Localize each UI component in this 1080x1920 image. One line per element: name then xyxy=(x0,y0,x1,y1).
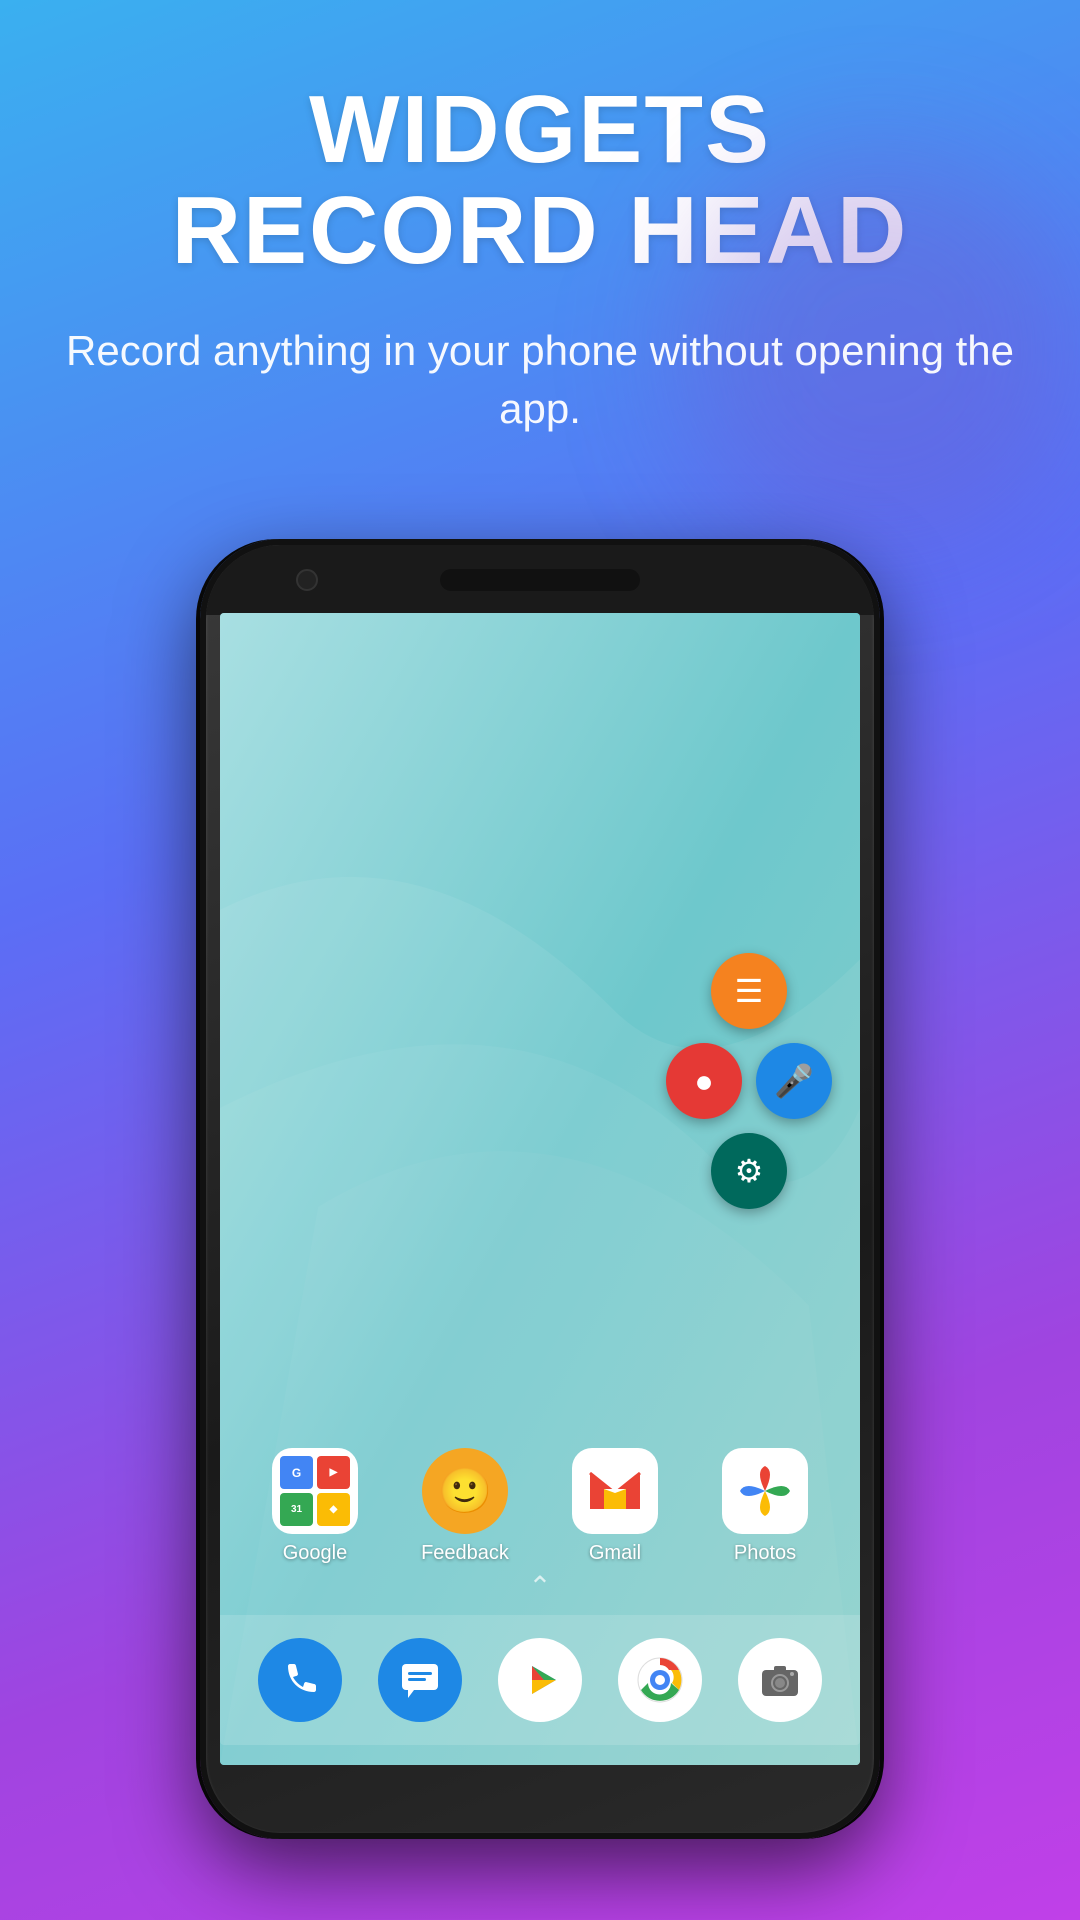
phone-top-bar xyxy=(206,545,874,615)
dock-play-icon[interactable] xyxy=(498,1638,582,1722)
google-search-bar[interactable]: G Say "Ok Google" 🎤 xyxy=(278,687,803,759)
floating-buttons-group: ☰ ● 🎤 ⚙ xyxy=(666,953,832,1209)
app-icons-row: G ▶ 31 ◆ Google 🙂 Feedback xyxy=(220,1448,860,1565)
settings-fab[interactable]: ⚙ xyxy=(711,1133,787,1209)
wifi-icon: ▾ xyxy=(683,625,691,645)
bottom-dock xyxy=(220,1615,860,1745)
phone-side-button xyxy=(876,996,880,1056)
circle-status-icon: ⬤ xyxy=(325,625,343,645)
mic-fab[interactable]: 🎤 xyxy=(756,1043,832,1119)
status-bar: 🎙 🎤 🖼 ⬤ 📊 ⊖ ↕ ▾ 📶 🔋 10:46 AM xyxy=(220,613,860,657)
minus-icon: ⊖ xyxy=(650,625,663,645)
search-placeholder: Say "Ok Google" xyxy=(344,709,727,737)
status-left-icons: 🎙 🎤 🖼 ⬤ 📊 xyxy=(240,625,370,645)
google-app-label: Google xyxy=(283,1542,348,1565)
google-logo: G xyxy=(302,704,328,743)
image-status-icon: 🖼 xyxy=(296,625,316,645)
dock-camera-icon[interactable] xyxy=(738,1638,822,1722)
front-camera xyxy=(296,569,318,591)
app-grid: G ▶ 31 ◆ Google 🙂 Feedback xyxy=(240,1448,840,1565)
mic2-status-icon: 🎤 xyxy=(268,625,288,645)
app-item-photos[interactable]: Photos xyxy=(705,1448,825,1565)
mic-status-icon: 🎙 xyxy=(240,625,260,645)
gmail-app-icon xyxy=(572,1448,658,1534)
phone-mockup: 🎙 🎤 🖼 ⬤ 📊 ⊖ ↕ ▾ 📶 🔋 10:46 AM xyxy=(200,539,880,1839)
photos-app-icon xyxy=(722,1448,808,1534)
signal-icon: 📶 xyxy=(697,625,717,645)
status-time: 10:46 AM xyxy=(753,624,840,647)
main-title: WIDGETS RECORD HEAD xyxy=(60,80,1020,282)
speaker-grille xyxy=(440,569,640,591)
record-fab[interactable]: ● xyxy=(666,1043,742,1119)
feedback-app-icon: 🙂 xyxy=(422,1448,508,1534)
status-right-icons: ⊖ ↕ ▾ 📶 🔋 10:46 AM xyxy=(650,624,840,647)
dock-phone-icon[interactable] xyxy=(258,1638,342,1722)
google-app-icon: G ▶ 31 ◆ xyxy=(272,1448,358,1534)
phone-shell: 🎙 🎤 🖼 ⬤ 📊 ⊖ ↕ ▾ 📶 🔋 10:46 AM xyxy=(200,539,880,1839)
battery-icon: 🔋 xyxy=(723,625,743,645)
dock-chrome-icon[interactable] xyxy=(618,1638,702,1722)
drawer-handle[interactable]: ⌃ xyxy=(528,1570,551,1603)
search-mic-icon: 🎤 xyxy=(744,707,779,740)
subtitle: Record anything in your phone without op… xyxy=(60,322,1020,440)
menu-fab[interactable]: ☰ xyxy=(711,953,787,1029)
chart-status-icon: 📊 xyxy=(350,625,370,645)
app-item-feedback[interactable]: 🙂 Feedback xyxy=(405,1448,525,1565)
gmail-app-label: Gmail xyxy=(589,1542,641,1565)
phone-screen: 🎙 🎤 🖼 ⬤ 📊 ⊖ ↕ ▾ 📶 🔋 10:46 AM xyxy=(220,613,860,1765)
feedback-app-label: Feedback xyxy=(421,1542,509,1565)
photos-app-label: Photos xyxy=(734,1542,796,1565)
app-item-google[interactable]: G ▶ 31 ◆ Google xyxy=(255,1448,375,1565)
header-section: WIDGETS RECORD HEAD Record anything in y… xyxy=(0,0,1080,479)
record-mic-row: ● 🎤 xyxy=(666,1043,832,1119)
dock-messages-icon[interactable] xyxy=(378,1638,462,1722)
arrow-icon: ↕ xyxy=(669,626,677,644)
app-item-gmail[interactable]: Gmail xyxy=(555,1448,675,1565)
